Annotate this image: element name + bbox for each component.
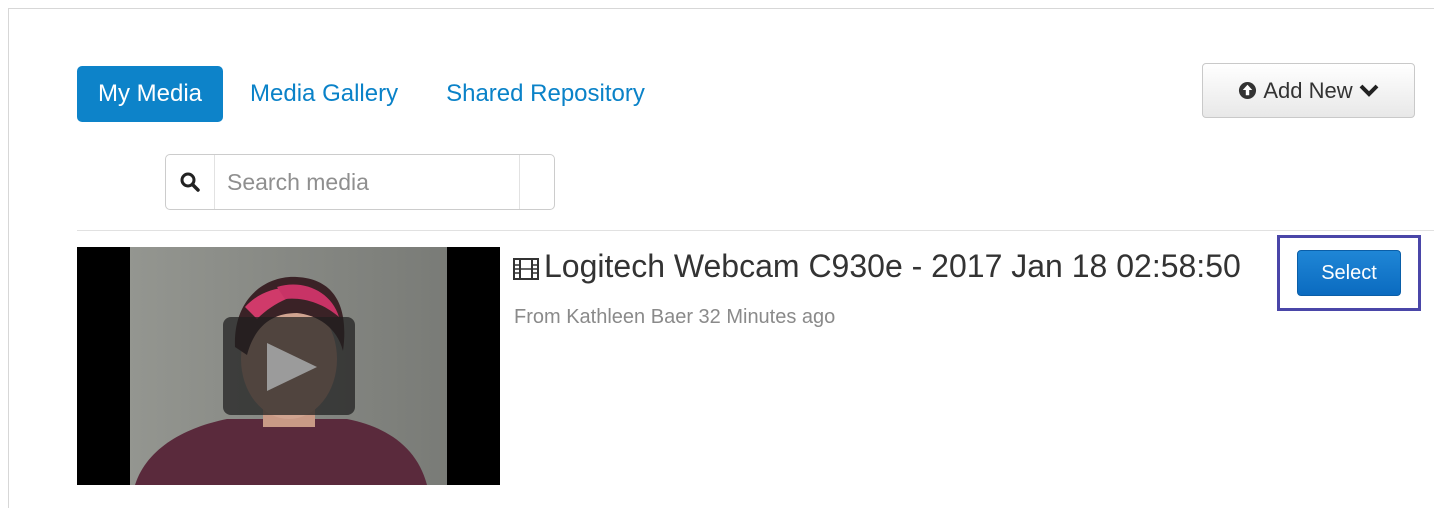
search-icon <box>180 172 200 192</box>
entry-title[interactable]: Logitech Webcam C930e - 2017 Jan 18 02:5… <box>544 248 1241 285</box>
entry-meta: From Kathleen Baer 32 Minutes ago <box>514 306 836 328</box>
divider <box>77 230 1434 231</box>
media-thumbnail[interactable] <box>77 247 500 485</box>
search-input[interactable] <box>215 155 519 209</box>
play-icon <box>267 343 317 391</box>
film-icon <box>513 257 539 280</box>
tab-shared-repository[interactable]: Shared Repository <box>425 66 666 122</box>
search-addon <box>519 155 554 209</box>
entry-title-row: Logitech Webcam C930e - 2017 Jan 18 02:5… <box>513 248 1241 285</box>
tab-media-gallery[interactable]: Media Gallery <box>229 66 419 122</box>
play-button[interactable] <box>223 317 355 415</box>
tab-my-media[interactable]: My Media <box>77 66 224 122</box>
media-tabs: My Media Media Gallery Shared Repository <box>77 66 672 122</box>
search-box <box>165 154 555 210</box>
add-new-label: Add New <box>1263 77 1353 103</box>
search-icon-wrap[interactable] <box>166 155 215 209</box>
add-new-button[interactable]: Add New <box>1202 63 1415 118</box>
select-highlight-frame: Select <box>1277 235 1421 311</box>
chevron-down-icon <box>1359 84 1379 97</box>
arrow-circle-up-icon <box>1239 81 1257 100</box>
select-button[interactable]: Select <box>1297 250 1401 296</box>
